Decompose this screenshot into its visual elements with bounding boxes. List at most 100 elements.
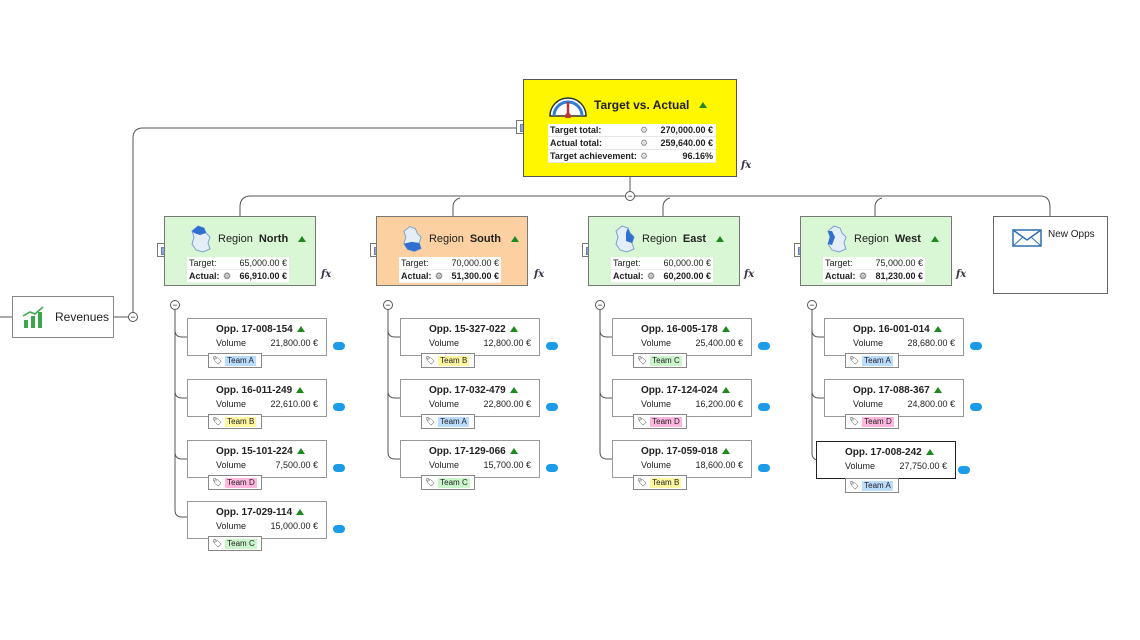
collapse-toggle-east[interactable]: − [595, 300, 605, 310]
salesforce-cloud-icon[interactable] [333, 342, 345, 350]
team-tag[interactable]: 🏷 Team A [421, 414, 475, 429]
region-node-east[interactable]: Region East Target: 60,000.00 € Actual: ⚙ 6… [588, 216, 740, 286]
salesforce-cloud-icon[interactable] [970, 403, 982, 411]
opp-volume: 15,700.00 € [483, 460, 531, 470]
opp-id: Opp. 17-008-154 [216, 323, 293, 335]
salesforce-cloud-icon[interactable] [758, 403, 770, 411]
expand-arrow-icon[interactable] [296, 387, 305, 393]
team-tag[interactable]: 🏷 Team A [208, 353, 262, 368]
salesforce-cloud-icon[interactable] [546, 403, 558, 411]
salesforce-cloud-icon[interactable] [546, 342, 558, 350]
opp-node-17-008-154[interactable]: Opp. 17-008-154 Volume 21,800.00 € [187, 318, 327, 356]
opp-id: Opp. 17-059-018 [641, 445, 718, 457]
collapse-toggle-west[interactable]: − [807, 300, 817, 310]
salesforce-cloud-icon[interactable] [333, 464, 345, 472]
team-tag[interactable]: 🏷 Team B [208, 414, 262, 429]
expand-arrow-icon[interactable] [509, 387, 518, 393]
team-tag[interactable]: 🏷 Team B [633, 475, 687, 490]
expand-arrow-icon[interactable] [296, 448, 305, 454]
opp-id: Opp. 16-001-014 [853, 323, 930, 335]
opp-node-17-129-066[interactable]: Opp. 17-129-066 Volume 15,700.00 € [400, 440, 540, 478]
region-name: South [469, 233, 501, 245]
salesforce-cloud-icon[interactable] [758, 342, 770, 350]
team-tag[interactable]: 🏷 Team D [845, 414, 899, 429]
tag-icon: 🏷 [637, 417, 648, 426]
formula-icon[interactable]: fx [534, 269, 544, 280]
opp-id: Opp. 15-327-022 [429, 323, 506, 335]
collapse-toggle-root[interactable]: − [128, 312, 138, 322]
salesforce-cloud-icon[interactable] [958, 466, 970, 474]
formula-icon[interactable]: fx [321, 269, 331, 280]
region-node-south[interactable]: Region South Target: 70,000.00 € Actual: ⚙… [376, 216, 528, 286]
opp-node-17-029-114[interactable]: Opp. 17-029-114 Volume 15,000.00 € [187, 501, 327, 539]
opp-volume: 28,680.00 € [907, 338, 955, 348]
team-tag[interactable]: 🏷 Team B [421, 353, 475, 368]
germany-map-icon [403, 226, 422, 252]
tag-icon: 🏷 [637, 356, 648, 365]
tag-icon: 🏷 [425, 417, 436, 426]
expand-arrow-icon[interactable] [930, 236, 939, 242]
team-tag[interactable]: 🏷 Team D [633, 414, 687, 429]
region-table: Target: 60,000.00 € Actual: ⚙ 60,200.00 € [611, 257, 713, 283]
expand-arrow-icon[interactable] [721, 387, 730, 393]
expand-arrow-icon[interactable] [296, 326, 305, 332]
salesforce-cloud-icon[interactable] [758, 464, 770, 472]
new-opps-node[interactable]: New Opps [993, 216, 1108, 294]
region-node-west[interactable]: Region West Target: 75,000.00 € Actual: ⚙ 8… [800, 216, 952, 286]
opp-node-17-124-024[interactable]: Opp. 17-124-024 Volume 16,200.00 € [612, 379, 752, 417]
team-tag[interactable]: 🏷 Team C [208, 536, 262, 551]
region-name: North [258, 233, 289, 245]
gear-icon: ⚙ [859, 270, 868, 281]
expand-arrow-icon[interactable] [721, 326, 730, 332]
salesforce-cloud-icon[interactable] [546, 464, 558, 472]
opp-node-17-032-479[interactable]: Opp. 17-032-479 Volume 22,800.00 € [400, 379, 540, 417]
opp-volume: 15,000.00 € [270, 521, 318, 531]
expand-arrow-icon[interactable] [933, 387, 942, 393]
expand-arrow-icon[interactable] [721, 448, 730, 454]
summary-node-target-vs-actual[interactable]: Target vs. Actual Target total: ⚙ 270,00… [523, 79, 737, 177]
expand-arrow-icon[interactable] [933, 326, 942, 332]
team-tag[interactable]: 🏷 Team C [633, 353, 687, 368]
expand-arrow-icon[interactable] [716, 236, 725, 242]
salesforce-cloud-icon[interactable] [970, 342, 982, 350]
region-prefix: Region [218, 233, 253, 245]
opp-node-15-327-022[interactable]: Opp. 15-327-022 Volume 12,800.00 € [400, 318, 540, 356]
collapse-toggle-summary[interactable]: − [625, 191, 635, 201]
salesforce-cloud-icon[interactable] [333, 525, 345, 533]
expand-arrow-icon[interactable] [298, 236, 307, 242]
opp-node-16-005-178[interactable]: Opp. 16-005-178 Volume 25,400.00 € [612, 318, 752, 356]
gauge-icon [549, 97, 587, 118]
salesforce-cloud-icon[interactable] [333, 403, 345, 411]
opp-node-16-001-014[interactable]: Opp. 16-001-014 Volume 28,680.00 € [824, 318, 964, 356]
expand-arrow-icon[interactable] [296, 509, 305, 515]
tag-icon: 🏷 [637, 478, 648, 487]
summary-row: Target achievement: ⚙ 96.16% [548, 150, 716, 163]
opp-node-17-088-367[interactable]: Opp. 17-088-367 Volume 24,800.00 € [824, 379, 964, 417]
opp-volume: 12,800.00 € [483, 338, 531, 348]
formula-icon[interactable]: fx [956, 269, 966, 280]
collapse-toggle-south[interactable]: − [383, 300, 393, 310]
opp-node-16-011-249[interactable]: Opp. 16-011-249 Volume 22,610.00 € [187, 379, 327, 417]
expand-arrow-icon[interactable] [699, 102, 708, 108]
expand-arrow-icon[interactable] [925, 449, 934, 455]
opp-node-17-008-242[interactable]: Opp. 17-008-242 Volume 27,750.00 € [816, 441, 956, 479]
collapse-toggle-north[interactable]: − [170, 300, 180, 310]
expand-arrow-icon[interactable] [511, 236, 519, 242]
germany-map-icon [827, 225, 847, 253]
opp-volume: 25,400.00 € [695, 338, 743, 348]
tag-icon: 🏷 [212, 417, 223, 426]
team-tag[interactable]: 🏷 Team A [845, 353, 899, 368]
expand-arrow-icon[interactable] [509, 326, 518, 332]
root-node-revenues[interactable]: Revenues [12, 296, 114, 338]
formula-icon[interactable]: fx [744, 269, 754, 280]
summary-table: Target total: ⚙ 270,000.00 € Actual tota… [548, 124, 716, 163]
region-node-north[interactable]: Region North Target: 65,000.00 € Actual: ⚙… [164, 216, 316, 286]
opp-node-17-059-018[interactable]: Opp. 17-059-018 Volume 18,600.00 € [612, 440, 752, 478]
formula-icon[interactable]: fx [741, 160, 751, 171]
opp-volume: 27,750.00 € [899, 461, 947, 471]
team-tag[interactable]: 🏷 Team D [208, 475, 262, 490]
team-tag[interactable]: 🏷 Team A [845, 478, 899, 493]
expand-arrow-icon[interactable] [509, 448, 518, 454]
opp-node-15-101-224[interactable]: Opp. 15-101-224 Volume 7,500.00 € [187, 440, 327, 478]
team-tag[interactable]: 🏷 Team C [421, 475, 475, 490]
